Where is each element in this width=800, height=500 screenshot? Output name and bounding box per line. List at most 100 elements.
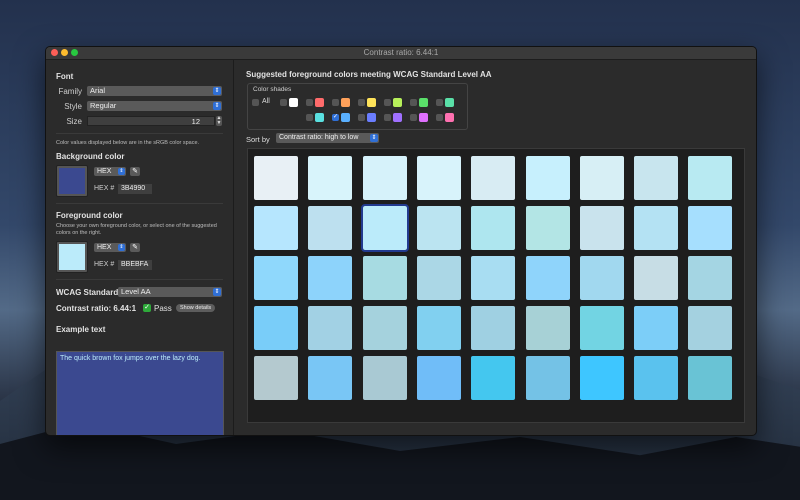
shade-swatch bbox=[419, 113, 428, 122]
shade-checkbox[interactable] bbox=[306, 99, 313, 106]
color-tile[interactable] bbox=[579, 206, 624, 250]
popup-arrows-icon: ⇕ bbox=[118, 168, 125, 175]
wcag-popup[interactable]: Level AA ⇕ bbox=[118, 287, 222, 297]
shade-checkbox[interactable] bbox=[332, 99, 339, 106]
foreground-color-well[interactable] bbox=[56, 241, 88, 273]
foreground-section-title: Foreground color bbox=[56, 211, 123, 220]
color-tile[interactable] bbox=[525, 256, 570, 300]
shade-checkbox[interactable] bbox=[410, 114, 417, 121]
color-tile[interactable] bbox=[471, 306, 516, 350]
shade-checkbox[interactable] bbox=[436, 99, 443, 106]
color-tile[interactable] bbox=[416, 256, 461, 300]
color-tile[interactable] bbox=[254, 306, 298, 350]
shade-checkbox[interactable] bbox=[384, 99, 391, 106]
color-tile[interactable] bbox=[308, 256, 353, 300]
family-label: Family bbox=[58, 87, 82, 96]
color-tile[interactable] bbox=[634, 156, 679, 200]
popup-arrows-icon: ⇕ bbox=[213, 288, 221, 296]
color-tile[interactable] bbox=[579, 306, 624, 350]
color-shades-title: Color shades bbox=[253, 86, 292, 93]
shade-swatch bbox=[445, 98, 454, 107]
foreground-hex-field[interactable]: BBEBFA bbox=[118, 260, 152, 270]
title-bar: Contrast ratio: 6.44:1 bbox=[46, 47, 756, 60]
foreground-note: Choose your own foreground color, or sel… bbox=[56, 223, 217, 236]
color-tile[interactable] bbox=[688, 306, 733, 350]
shade-swatch bbox=[419, 98, 428, 107]
wcag-label: WCAG Standard bbox=[56, 288, 119, 297]
app-window: Contrast ratio: 6.44:1 Font Family Arial… bbox=[45, 46, 757, 436]
color-tile[interactable] bbox=[254, 356, 298, 400]
color-tile[interactable] bbox=[254, 256, 298, 300]
color-tile[interactable] bbox=[362, 356, 407, 400]
color-tile[interactable] bbox=[362, 306, 407, 350]
popup-arrows-icon: ⇕ bbox=[370, 134, 378, 142]
panel-divider bbox=[233, 60, 234, 435]
color-tile[interactable] bbox=[688, 206, 733, 250]
shade-checkbox[interactable] bbox=[384, 114, 391, 121]
sort-value: Contrast ratio: high to low bbox=[279, 134, 359, 141]
sort-popup[interactable]: Contrast ratio: high to low ⇕ bbox=[276, 133, 379, 143]
shade-checkbox[interactable] bbox=[306, 114, 313, 121]
background-eyedropper-icon[interactable]: ✎ bbox=[130, 167, 140, 176]
color-tile[interactable] bbox=[416, 156, 461, 200]
color-tile[interactable] bbox=[471, 156, 516, 200]
color-tile[interactable] bbox=[362, 256, 407, 300]
size-stepper[interactable]: ▲ ▼ bbox=[216, 116, 222, 126]
color-tile[interactable] bbox=[634, 356, 679, 400]
wcag-value: Level AA bbox=[121, 287, 151, 296]
show-details-button[interactable]: Show details bbox=[176, 304, 216, 312]
background-hex-field[interactable]: 3B4990 bbox=[118, 184, 152, 194]
shade-checkbox[interactable]: ✓ bbox=[332, 114, 339, 121]
foreground-mode-popup[interactable]: HEX ⇕ bbox=[94, 243, 126, 252]
shade-checkbox[interactable] bbox=[358, 114, 365, 121]
foreground-eyedropper-icon[interactable]: ✎ bbox=[130, 243, 140, 252]
background-mode-popup[interactable]: HEX ⇕ bbox=[94, 167, 126, 176]
shade-checkbox[interactable] bbox=[436, 114, 443, 121]
color-tile[interactable] bbox=[362, 156, 407, 200]
color-tile[interactable] bbox=[688, 356, 733, 400]
color-tile[interactable] bbox=[634, 206, 679, 250]
color-tile[interactable] bbox=[579, 356, 624, 400]
color-tile[interactable] bbox=[471, 206, 516, 250]
color-tile[interactable] bbox=[525, 306, 570, 350]
color-tile[interactable] bbox=[416, 306, 461, 350]
all-label: All bbox=[262, 98, 270, 105]
color-tile[interactable] bbox=[688, 156, 733, 200]
color-tile[interactable] bbox=[308, 206, 353, 250]
color-tile[interactable] bbox=[525, 156, 570, 200]
font-section-title: Font bbox=[56, 72, 74, 81]
background-color-well[interactable] bbox=[56, 165, 88, 197]
color-tile[interactable] bbox=[308, 156, 353, 200]
color-tile[interactable] bbox=[254, 206, 298, 250]
example-text-title: Example text bbox=[56, 325, 106, 334]
color-tile[interactable] bbox=[308, 356, 353, 400]
color-tile[interactable] bbox=[254, 156, 298, 200]
family-popup[interactable]: Arial ⇕ bbox=[87, 86, 222, 96]
family-value: Arial bbox=[90, 86, 106, 95]
color-tile[interactable] bbox=[688, 256, 733, 300]
color-tile[interactable] bbox=[579, 256, 624, 300]
color-tile[interactable] bbox=[579, 156, 624, 200]
shade-checkbox[interactable] bbox=[358, 99, 365, 106]
color-tile[interactable] bbox=[525, 356, 570, 400]
color-tile[interactable] bbox=[308, 306, 353, 350]
shade-swatch bbox=[289, 98, 298, 107]
color-tile[interactable] bbox=[634, 256, 679, 300]
color-tile[interactable] bbox=[525, 206, 570, 250]
popup-arrows-icon: ⇕ bbox=[213, 102, 221, 110]
color-tile[interactable] bbox=[416, 356, 461, 400]
shade-checkbox[interactable] bbox=[410, 99, 417, 106]
example-text-area[interactable]: The quick brown fox jumps over the lazy … bbox=[56, 351, 224, 435]
color-tile[interactable] bbox=[634, 306, 679, 350]
size-field[interactable]: 12 bbox=[87, 116, 215, 126]
color-tile[interactable] bbox=[471, 356, 516, 400]
style-popup[interactable]: Regular ⇕ bbox=[87, 101, 222, 111]
color-tile[interactable] bbox=[360, 204, 409, 252]
color-tile[interactable] bbox=[416, 206, 461, 250]
shade-checkbox[interactable] bbox=[280, 99, 287, 106]
pass-label: Pass bbox=[154, 304, 172, 313]
color-tile[interactable] bbox=[471, 256, 516, 300]
pass-check-icon: ✓ bbox=[143, 304, 151, 312]
shade-swatch bbox=[367, 98, 376, 107]
all-checkbox[interactable] bbox=[252, 99, 259, 106]
